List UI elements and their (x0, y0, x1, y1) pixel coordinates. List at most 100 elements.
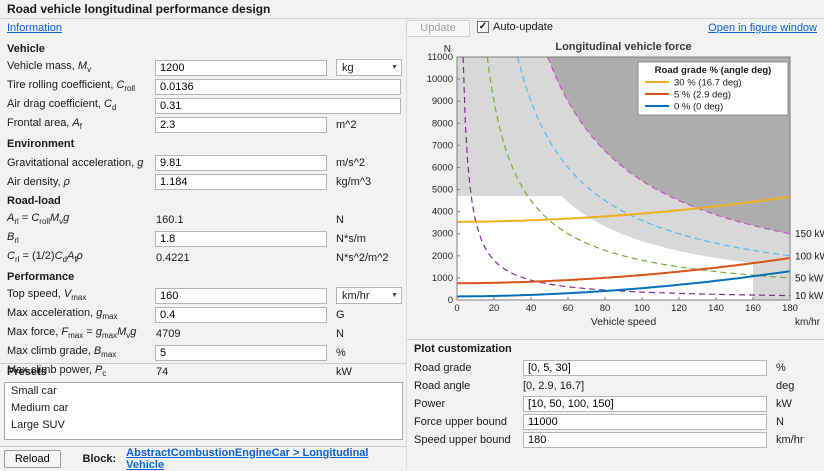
frontal-area-label: Frontal area, Af (7, 117, 150, 131)
auto-update-label: Auto-update (493, 21, 553, 33)
x-axis-unit: km/hr (795, 317, 821, 328)
power-unit: kW (776, 398, 824, 410)
b-rl-input[interactable] (155, 231, 327, 247)
frontal-area-input[interactable] (155, 117, 327, 133)
information-link[interactable]: Information (7, 22, 62, 34)
air-drag-coefficient-label: Air drag coefficient, Cd (7, 98, 150, 112)
preset-item-small-car[interactable]: Small car (5, 383, 402, 400)
x-tick-label: 0 (454, 303, 459, 314)
update-button[interactable]: Update (406, 20, 470, 37)
road-grade-unit: % (776, 362, 824, 374)
y-tick-label: 1000 (432, 273, 453, 284)
auto-update-checkbox[interactable]: ✓ (477, 21, 489, 33)
plot-customization-rows: Road grade% Road angle [0, 2.9, 16.7] deg Po… (407, 359, 824, 449)
force-upper-bound-input[interactable] (523, 414, 767, 430)
chart-title: Longitudinal vehicle force (555, 41, 691, 53)
x-tick-label: 120 (671, 303, 687, 314)
b-rl-unit: N*s/m (336, 233, 406, 245)
vehicle-mass-unit-value: kg (342, 62, 354, 74)
road-angle-label: Road angle (414, 380, 518, 392)
road-angle-unit: deg (776, 380, 824, 392)
tire-rolling-coefficient-input[interactable] (155, 79, 401, 95)
a-rl-value: 160.1 (155, 214, 331, 226)
vehicle-mass-input[interactable] (155, 60, 327, 76)
preset-item-medium-car[interactable]: Medium car (5, 400, 402, 417)
c-rl-unit: N*s^2/m^2 (336, 252, 406, 264)
open-figure-link[interactable]: Open in figure window (708, 22, 817, 34)
c-rl-value: 0.4221 (155, 252, 331, 264)
x-tick-label: 180 (782, 303, 798, 314)
road-grade-input[interactable] (523, 360, 767, 376)
max-climb-grade-input[interactable] (155, 345, 327, 361)
x-tick-label: 60 (563, 303, 574, 314)
legend-label-5pct: 5 % (2.9 deg) (674, 90, 731, 101)
gravitational-acceleration-row: Gravitational acceleration, gm/s^2 (0, 153, 406, 172)
top-speed-unit-dropdown[interactable]: km/hr▼ (336, 287, 402, 304)
air-density-input[interactable] (155, 174, 327, 190)
reload-button[interactable]: Reload (4, 450, 61, 468)
max-climb-grade-label: Max climb grade, Bmax (7, 345, 150, 359)
tire-rolling-coefficient-row: Tire rolling coefficient, Croll (0, 77, 406, 96)
gravitational-acceleration-label: Gravitational acceleration, g (7, 157, 150, 169)
max-acceleration-unit: G (336, 309, 406, 321)
window-title: Road vehicle longitudinal performance de… (7, 2, 270, 16)
max-climb-power-unit: kW (336, 366, 406, 378)
a-rl-label: Arl = CrollMvg (7, 212, 150, 226)
vehicle-mass-unit-dropdown[interactable]: kg▼ (336, 59, 402, 76)
speed-upper-bound-row: Speed upper boundkm/hr (407, 431, 824, 449)
max-force-value: 4709 (155, 328, 331, 340)
vehicle-mass-row: Vehicle mass, Mvkg▼ (0, 58, 406, 77)
frontal-area-row: Frontal area, Af m^2 (0, 115, 406, 134)
max-climb-grade-unit: % (336, 347, 406, 359)
check-icon: ✓ (479, 22, 487, 32)
power-curve-label-100kw: 100 kW (795, 251, 824, 262)
power-input[interactable] (523, 396, 767, 412)
road-angle-row: Road angle [0, 2.9, 16.7] deg (407, 377, 824, 395)
legend-label-0pct: 0 % (0 deg) (674, 102, 723, 113)
toolbar: Information Update ✓ Auto-update Open in… (0, 19, 824, 38)
power-curve-label-50kw: 50 kW (795, 273, 824, 284)
y-tick-label: 2000 (432, 251, 453, 262)
b-rl-label: Brl (7, 231, 150, 245)
x-tick-label: 80 (600, 303, 611, 314)
block-label: Block: (83, 453, 117, 465)
y-tick-label: 0 (448, 295, 453, 306)
presets-title: Presets (7, 366, 47, 378)
preset-item-large-suv[interactable]: Large SUV (5, 417, 402, 434)
air-drag-coefficient-row: Air drag coefficient, Cd (0, 96, 406, 115)
y-tick-label: 6000 (432, 162, 453, 173)
y-tick-label: 7000 (432, 140, 453, 151)
window-title-bar: Road vehicle longitudinal performance de… (0, 0, 824, 19)
parameters-panel: VehicleVehicle mass, Mvkg▼Tire rolling c… (0, 38, 407, 470)
x-tick-label: 140 (708, 303, 724, 314)
y-tick-label: 3000 (432, 229, 453, 240)
y-axis-unit: N (444, 44, 451, 55)
speed-upper-bound-unit: km/hr (776, 434, 824, 446)
force-upper-bound-row: Force upper boundN (407, 413, 824, 431)
max-climb-power-value: 74 (155, 366, 331, 378)
b-rl-row: Brl N*s/m (0, 229, 406, 248)
max-acceleration-input[interactable] (155, 307, 327, 323)
max-force-row: Max force, Fmax = gmaxMvg4709N (0, 324, 406, 343)
legend-label-30pct: 30 % (16.7 deg) (674, 78, 742, 89)
frontal-area-unit: m^2 (336, 119, 406, 131)
gravitational-acceleration-input[interactable] (155, 155, 327, 171)
tire-rolling-coefficient-label: Tire rolling coefficient, Croll (7, 79, 150, 93)
road-grade-row: Road grade% (407, 359, 824, 377)
power-row: PowerkW (407, 395, 824, 413)
air-drag-coefficient-input[interactable] (155, 98, 401, 114)
x-tick-label: 20 (489, 303, 500, 314)
presets-listbox[interactable]: Small carMedium carLarge SUV (4, 382, 403, 440)
a-rl-unit: N (336, 214, 406, 226)
top-speed-input[interactable] (155, 288, 327, 304)
road-grade-label: Road grade (414, 362, 518, 374)
c-rl-row: Crl = (1/2)CdAfρ0.4221N*s^2/m^2 (0, 248, 406, 267)
speed-upper-bound-input[interactable] (523, 432, 767, 448)
road-angle-value: [0, 2.9, 16.7] (523, 380, 771, 392)
legend-title: Road grade % (angle deg) (655, 65, 772, 76)
y-tick-label: 4000 (432, 207, 453, 218)
y-tick-label: 8000 (432, 118, 453, 129)
x-tick-label: 100 (634, 303, 650, 314)
parameter-rows: VehicleVehicle mass, Mvkg▼Tire rolling c… (0, 39, 406, 381)
block-link[interactable]: AbstractCombustionEngineCar > Longitudin… (126, 447, 402, 471)
